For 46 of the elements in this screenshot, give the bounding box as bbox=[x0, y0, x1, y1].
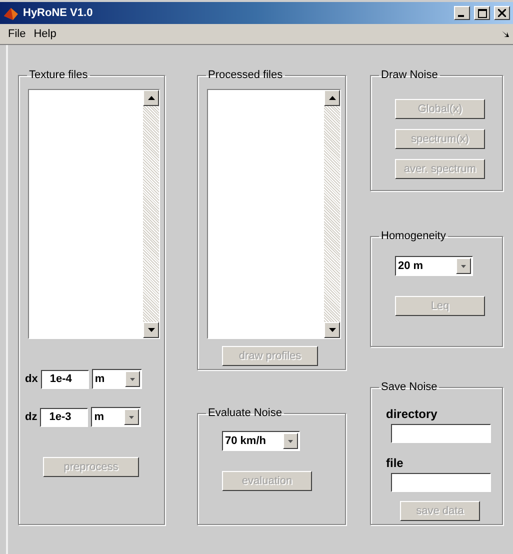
scroll-up-button[interactable] bbox=[324, 90, 340, 106]
distance-dropdown[interactable]: 20 m bbox=[395, 256, 473, 276]
axis-label: dx bbox=[25, 373, 38, 385]
maximize-icon bbox=[478, 8, 486, 18]
panel-title: Evaluate Noise bbox=[207, 407, 283, 419]
scroll-down-button[interactable] bbox=[324, 322, 340, 338]
dropdown-arrow-button[interactable] bbox=[124, 371, 140, 387]
menu-item[interactable]: Help bbox=[30, 28, 60, 40]
step-field[interactable]: 1e-3 bbox=[40, 408, 88, 426]
up-arrow-icon bbox=[148, 96, 154, 100]
panel-title: Texture files bbox=[28, 69, 89, 81]
panel-title: Save Noise bbox=[380, 381, 438, 393]
field-label: directory bbox=[386, 407, 438, 421]
scrollbar[interactable] bbox=[324, 90, 340, 338]
panel-title: Homogeneity bbox=[380, 230, 447, 242]
caret-icon bbox=[130, 378, 135, 380]
unit-dropdown[interactable]: m bbox=[92, 369, 142, 389]
dropdown-arrow-button[interactable] bbox=[124, 409, 140, 425]
down-arrow-icon bbox=[328, 328, 336, 332]
caret-icon bbox=[129, 416, 134, 418]
scrollbar[interactable] bbox=[143, 90, 159, 338]
unit-dropdown[interactable]: m bbox=[91, 407, 142, 427]
scroll-down-button[interactable] bbox=[143, 322, 159, 338]
close-icon bbox=[498, 9, 506, 17]
caret-icon bbox=[288, 440, 293, 442]
down-arrow-icon bbox=[148, 328, 154, 332]
window-title: HyRoNE V1.0 bbox=[23, 7, 94, 19]
scroll-up-button[interactable] bbox=[143, 90, 159, 106]
up-arrow-icon bbox=[328, 96, 336, 100]
panel-title: Processed files bbox=[207, 69, 284, 81]
panel-title: Draw Noise bbox=[380, 69, 439, 81]
app-icon bbox=[3, 5, 19, 21]
axis-label: dz bbox=[25, 411, 38, 423]
menu-item[interactable]: File bbox=[4, 28, 30, 40]
speed-dropdown[interactable]: 70 km/h bbox=[222, 431, 300, 451]
directory-field[interactable] bbox=[391, 424, 491, 443]
step-field[interactable]: 1e-4 bbox=[40, 370, 89, 388]
close-button[interactable] bbox=[494, 6, 510, 20]
file-field[interactable] bbox=[391, 473, 491, 492]
minimize-button[interactable] bbox=[454, 6, 470, 20]
dropdown-arrow-button[interactable] bbox=[283, 433, 298, 449]
caret-icon bbox=[461, 264, 466, 268]
dock-arrow-icon[interactable] bbox=[502, 31, 509, 37]
maximize-button[interactable] bbox=[474, 6, 490, 20]
field-label: file bbox=[386, 456, 404, 470]
dropdown-arrow-button[interactable] bbox=[456, 258, 471, 274]
